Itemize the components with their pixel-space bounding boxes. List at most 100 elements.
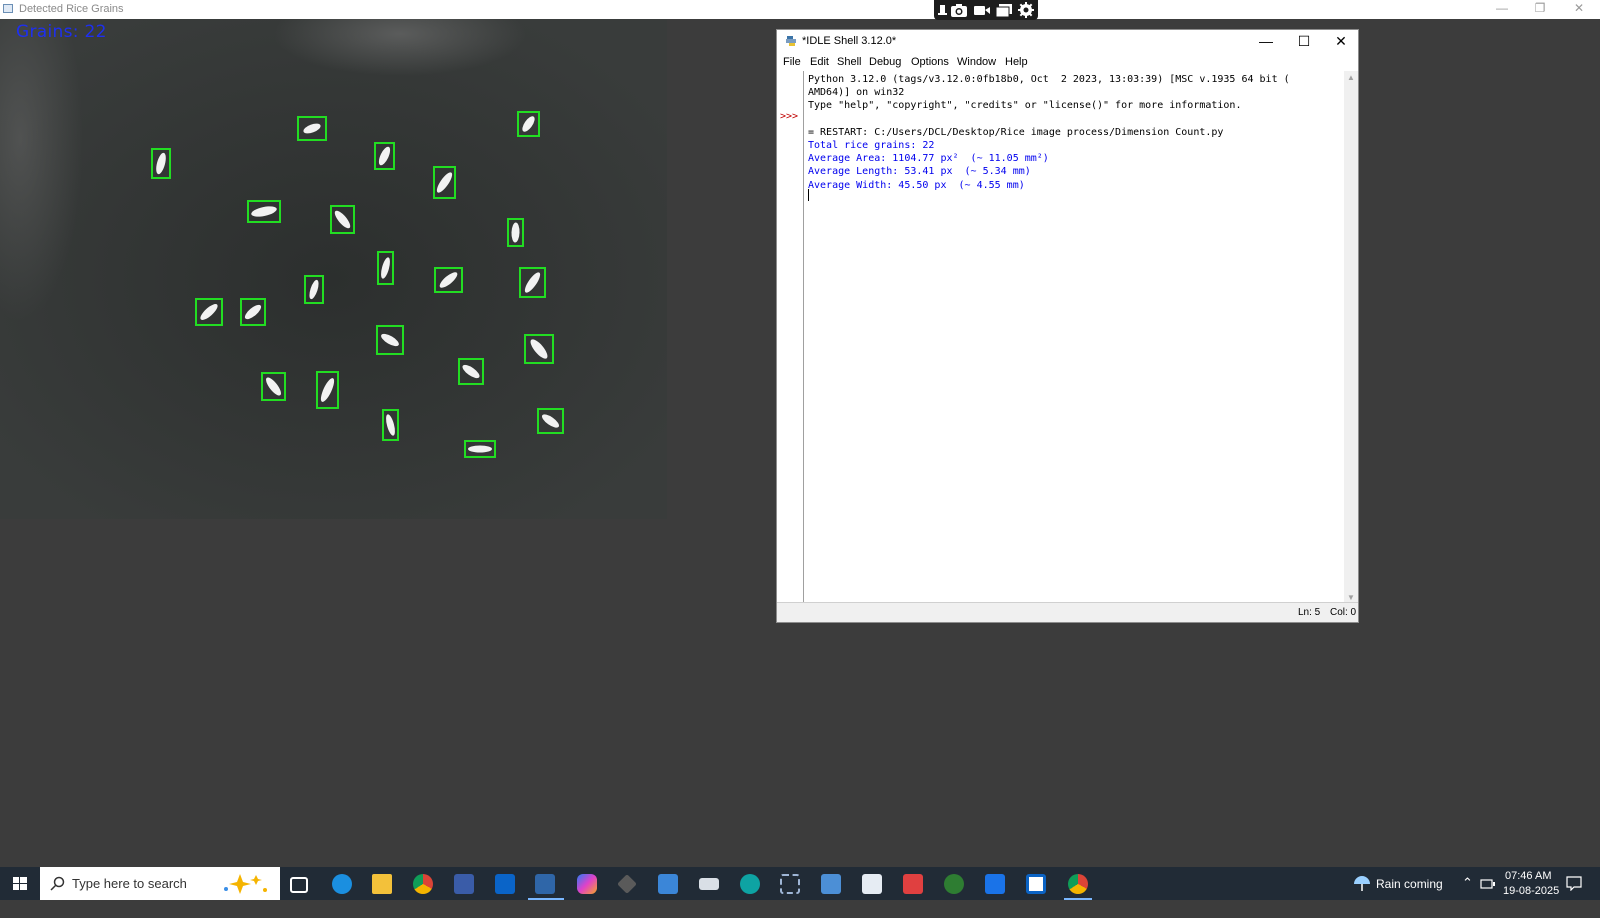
shell-line: Type "help", "copyright", "credits" or "… [808, 100, 1242, 112]
detection-box [330, 205, 355, 234]
task-view-icon[interactable] [290, 877, 308, 893]
status-line: Ln: 5 [1298, 607, 1321, 618]
chevron-up-icon[interactable]: ⌃ [1462, 875, 1473, 908]
menu-options[interactable]: Options [911, 56, 949, 68]
python-idle-taskbar-icon[interactable] [535, 874, 555, 894]
idle-minimize-button[interactable]: — [1247, 30, 1285, 53]
outlook-icon[interactable] [495, 874, 515, 894]
viewer-titlebar: Detected Rice Grains — ❐ ✕ [0, 0, 1600, 19]
rice-detection-image: Grains: 22 [0, 19, 667, 519]
menu-help[interactable]: Help [1005, 56, 1028, 68]
notification-icon[interactable] [1566, 876, 1582, 891]
taskbar-search[interactable]: Type here to search [40, 867, 280, 900]
shell-output-area[interactable]: >>> Python 3.12.0 (tags/v3.12.0:0fb18b0,… [777, 71, 1358, 604]
output-total-grains: Total rice grains: 22 [808, 140, 935, 152]
detection-box [297, 116, 327, 141]
detection-box [240, 298, 266, 326]
prompt-gutter: >>> [777, 71, 804, 604]
detection-box [458, 358, 484, 385]
search-placeholder: Type here to search [72, 876, 187, 891]
detection-box [376, 325, 404, 355]
python-icon [786, 36, 796, 46]
windows-start-icon[interactable] [0, 867, 40, 900]
arduino-icon[interactable] [740, 874, 760, 894]
network-icon[interactable] [1480, 878, 1496, 890]
detection-box [517, 111, 540, 137]
detection-box [464, 440, 496, 458]
idle-menubar: File Edit Shell Debug Options Window Hel… [777, 53, 1358, 71]
shell-prompt: >>> [780, 111, 799, 122]
monitor-app-icon[interactable] [821, 874, 841, 894]
menu-file[interactable]: File [783, 56, 801, 68]
umbrella-rain-icon[interactable] [1352, 874, 1372, 894]
detection-box [316, 371, 339, 409]
detection-box [382, 409, 399, 441]
detection-box [433, 166, 456, 199]
scroll-down-icon[interactable]: ▼ [1347, 593, 1355, 602]
detection-box [524, 334, 554, 364]
shell-text[interactable]: Python 3.12.0 (tags/v3.12.0:0fb18b0, Oct… [808, 73, 1344, 192]
restart-line: = RESTART: C:/Users/DCL/Desktop/Rice ima… [808, 126, 1224, 138]
detection-box [247, 200, 281, 223]
detection-box [195, 298, 223, 326]
viewer-title: Detected Rice Grains [19, 3, 124, 15]
detection-box [374, 142, 395, 170]
viewer-minimize-button[interactable]: — [1484, 0, 1520, 19]
search-icon [50, 876, 65, 891]
edge-icon[interactable] [332, 874, 352, 894]
weather-text[interactable]: Rain coming [1376, 877, 1443, 910]
grain-detections [151, 111, 564, 458]
network-app-icon[interactable] [780, 874, 800, 894]
detection-box [151, 148, 171, 179]
app-icon[interactable] [658, 874, 678, 894]
clock-date[interactable]: 19-08-2025 [1503, 885, 1559, 918]
window-icon[interactable] [995, 2, 1013, 18]
idle-close-button[interactable]: ✕ [1322, 30, 1360, 53]
vertical-scrollbar[interactable]: ▲ ▼ [1344, 71, 1358, 604]
detection-box [261, 372, 286, 401]
viewer-close-button[interactable]: ✕ [1561, 0, 1597, 19]
gear-icon[interactable] [1017, 2, 1035, 18]
detection-box [537, 408, 564, 434]
menu-shell[interactable]: Shell [837, 56, 861, 68]
viewer-restore-button[interactable]: ❐ [1522, 0, 1558, 19]
text-cursor [808, 189, 809, 201]
sparkle-icon [224, 874, 267, 894]
detection-box [434, 267, 463, 293]
detection-box [377, 251, 394, 285]
menu-window[interactable]: Window [957, 56, 996, 68]
status-column: Col: 0 [1330, 607, 1357, 618]
video-icon[interactable] [973, 2, 991, 18]
menu-edit[interactable]: Edit [810, 56, 829, 68]
idle-maximize-button[interactable]: ☐ [1285, 30, 1323, 53]
capture-toolbar [934, 0, 1038, 20]
taskbar: Type here to search Rain coming ⌃ 07:46 … [0, 867, 1600, 900]
idle-statusbar: Ln: 5 Col: 0 [777, 602, 1358, 622]
camera-icon[interactable] [950, 2, 968, 18]
window-app-icon[interactable] [1026, 874, 1046, 894]
output-average-length: Average Length: 53.41 px (~ 5.34 mm) [808, 166, 1031, 178]
shell-line: Python 3.12.0 (tags/v3.12.0:0fb18b0, Oct… [808, 74, 1290, 85]
chrome-active-icon[interactable] [1068, 874, 1088, 894]
idle-shell-window: *IDLE Shell 3.12.0* — ☐ ✕ File Edit Shel… [776, 29, 1359, 623]
detection-box [519, 267, 546, 298]
file-explorer-icon[interactable] [372, 874, 392, 894]
notepad-icon[interactable] [862, 874, 882, 894]
detection-box [304, 275, 324, 304]
shell-line: AMD64)] on win32 [808, 87, 905, 99]
r-app-icon[interactable] [985, 874, 1005, 894]
output-average-area: Average Area: 1104.77 px² (~ 11.05 mm²) [808, 153, 1049, 165]
chrome-icon[interactable] [413, 874, 433, 894]
copilot-icon[interactable] [577, 874, 597, 894]
scroll-up-icon[interactable]: ▲ [1347, 73, 1355, 82]
app-circle-icon[interactable] [944, 874, 964, 894]
window-app-icon [3, 4, 13, 13]
anydesk-icon[interactable] [903, 874, 923, 894]
idle-titlebar: *IDLE Shell 3.12.0* — ☐ ✕ [777, 30, 1358, 53]
idle-title: *IDLE Shell 3.12.0* [802, 35, 897, 47]
menu-debug[interactable]: Debug [869, 56, 901, 68]
pin-icon[interactable] [936, 2, 948, 18]
keyboard-icon[interactable] [699, 878, 719, 890]
store-icon[interactable] [454, 874, 474, 894]
tool-icon[interactable] [617, 874, 637, 894]
